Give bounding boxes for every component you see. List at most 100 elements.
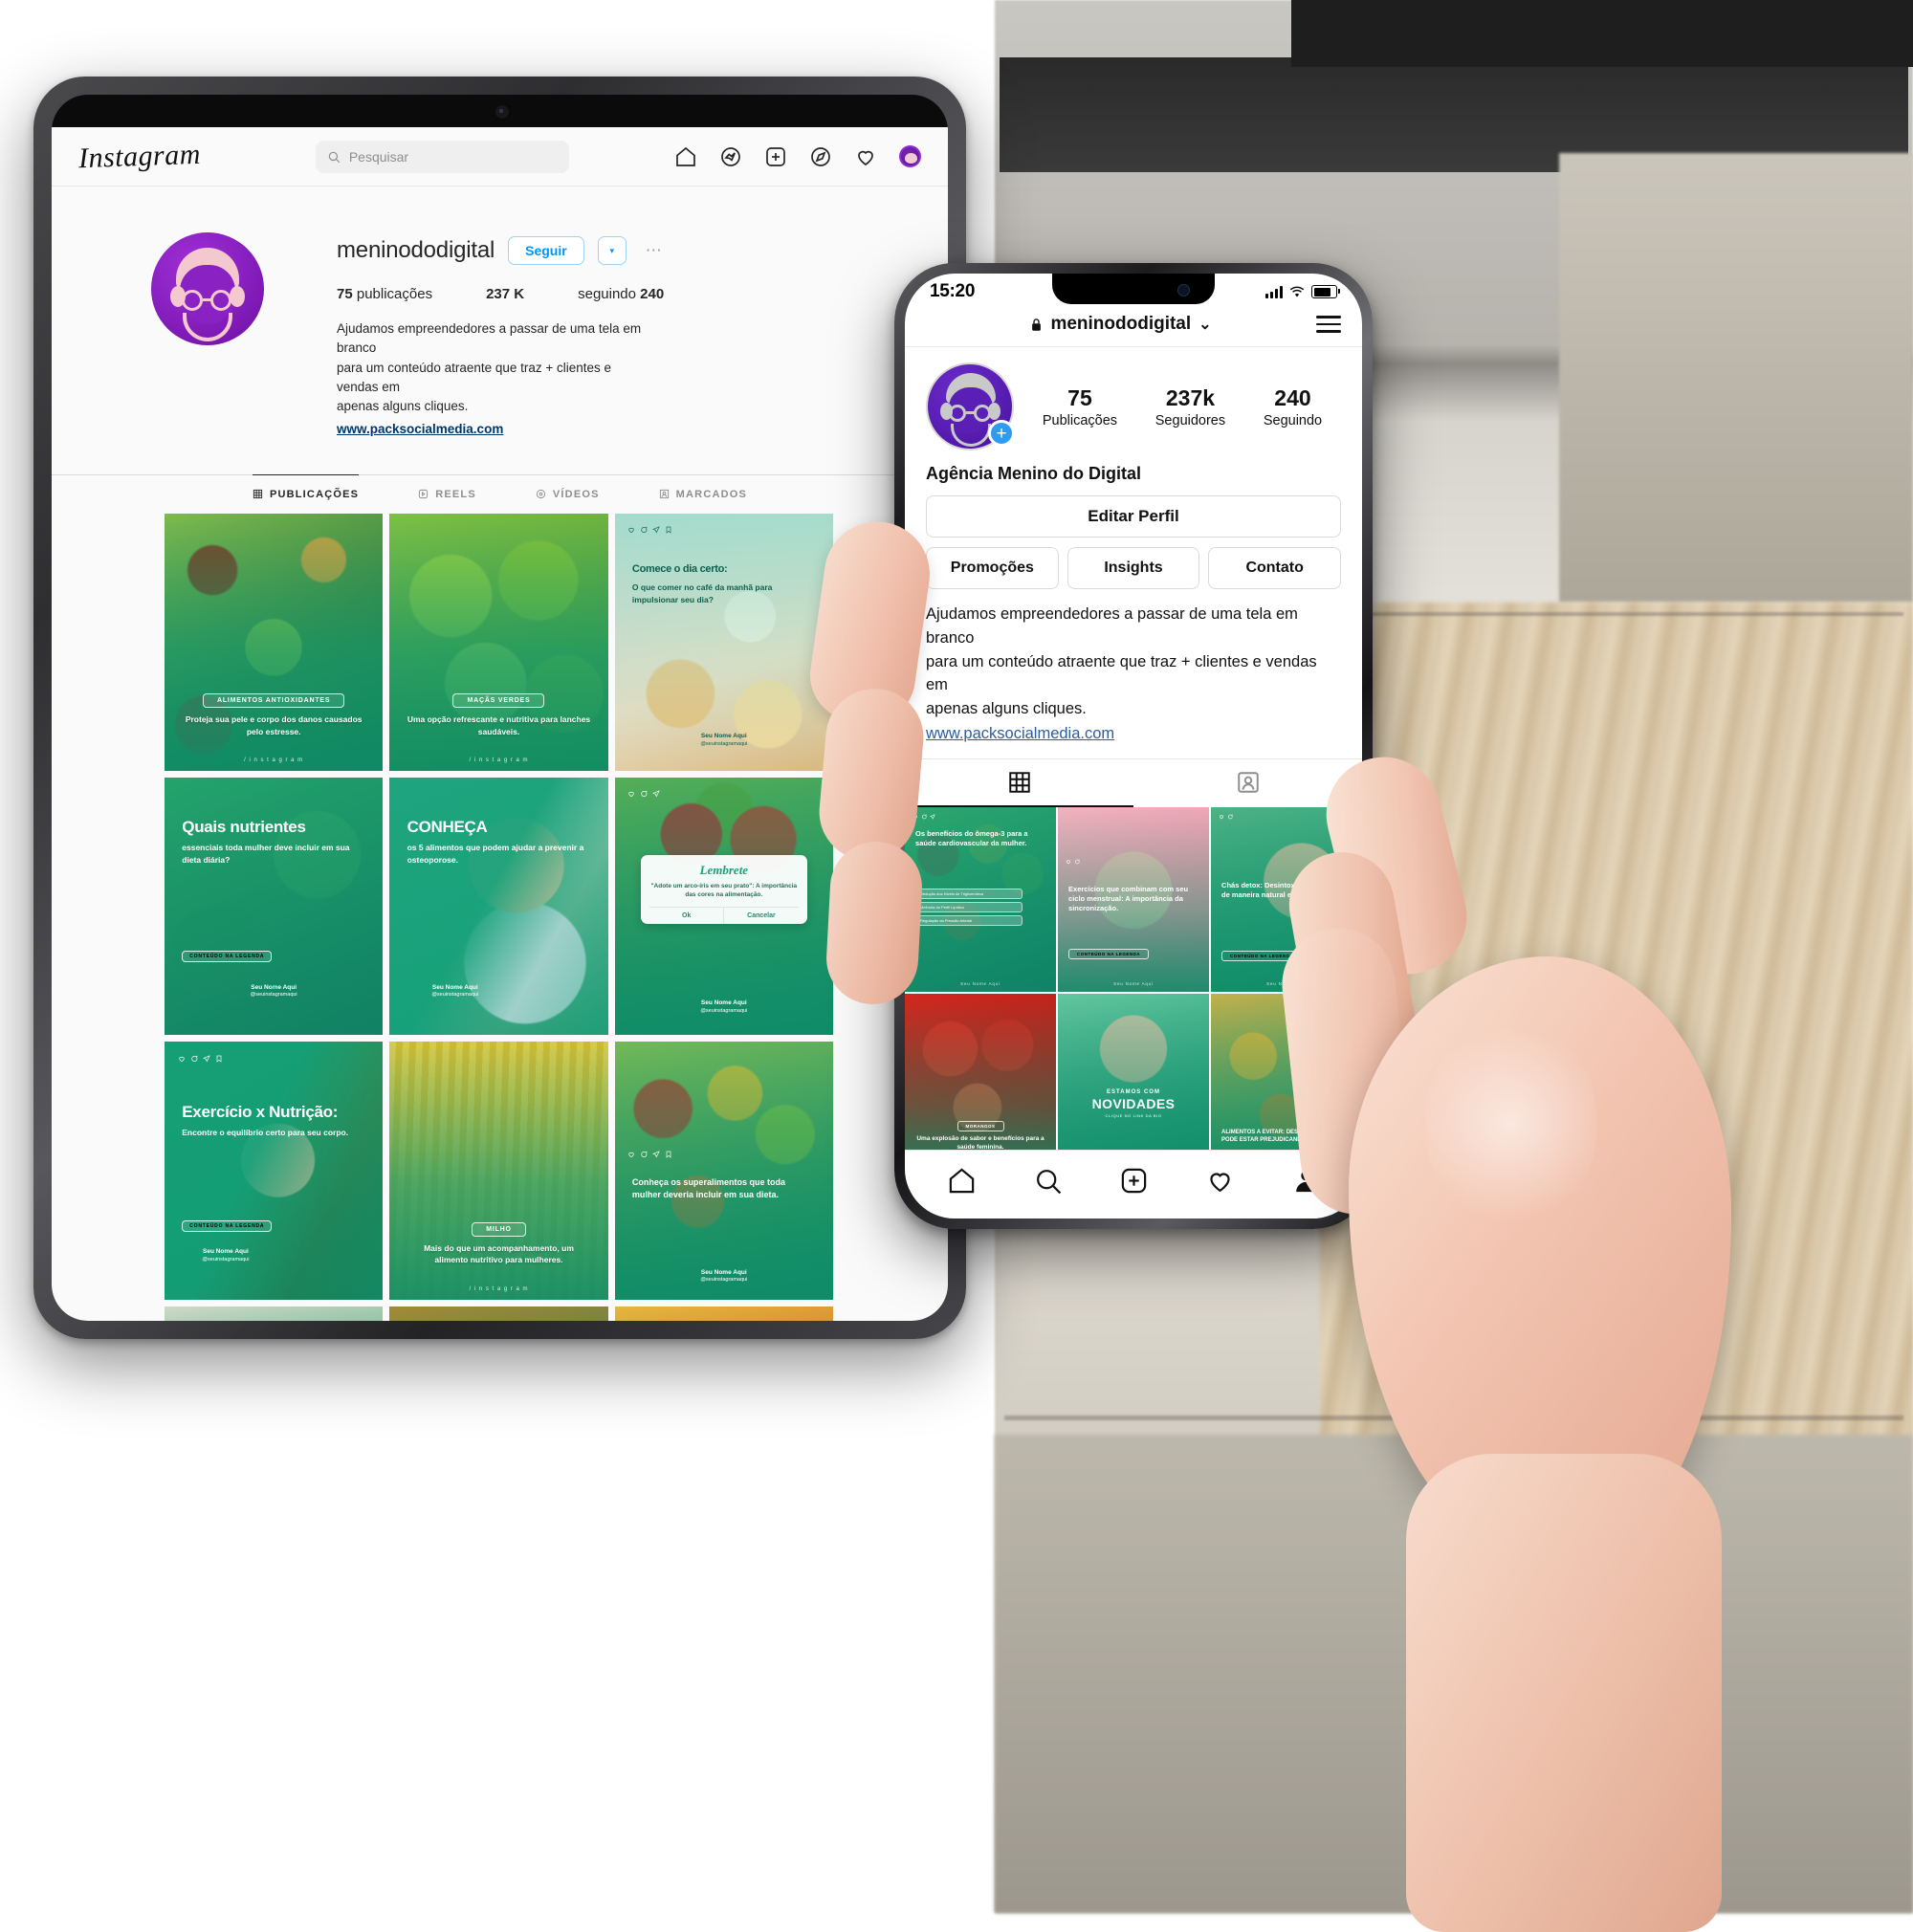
avatar[interactable]: +	[926, 362, 1015, 450]
comment-icon	[191, 1055, 198, 1062]
post-chip: Regulação da Pressão Arterial	[915, 914, 1023, 926]
hand-wrist	[1406, 1454, 1722, 1932]
post-tile[interactable]: Lembrete "Adote um arco-íris em seu prat…	[614, 777, 833, 1036]
instagram-logo[interactable]: Instagram	[77, 138, 201, 174]
home-icon[interactable]	[674, 145, 697, 168]
post-tile[interactable]: MAÇÃS VERDES Uma opção refrescante e nut…	[389, 513, 608, 771]
share-icon	[652, 1150, 661, 1158]
comment-icon	[1227, 814, 1233, 820]
follow-button[interactable]: Seguir	[508, 236, 584, 265]
post-tile[interactable]: MANGA Uma explosão de sabor e nutrientes…	[614, 1306, 833, 1321]
hand-highlight	[1425, 1014, 1597, 1234]
new-post-icon[interactable]	[764, 145, 787, 168]
stat-posts: 75 publicações	[337, 286, 433, 302]
tab-videos[interactable]: VÍDEOS	[536, 489, 600, 512]
heart-icon	[1066, 860, 1070, 865]
explore-icon[interactable]	[809, 145, 832, 168]
post-caption: Encontre o equilíbrio certo para seu cor…	[182, 1128, 349, 1138]
search-input[interactable]: Pesquisar	[315, 140, 569, 173]
insights-button[interactable]: Insights	[1066, 547, 1200, 589]
hand-finger-tablet-3	[824, 839, 925, 1007]
stat-following[interactable]: seguindo 240	[578, 286, 664, 302]
post-signature-handle: @seuinstagramaqui	[202, 1256, 250, 1262]
post-engagement-icons	[1219, 814, 1233, 820]
post-tile[interactable]: Comece o dia certo: O que comer no café …	[614, 513, 833, 771]
post-caption: Exercícios que combinam com seu ciclo me…	[1068, 884, 1189, 912]
post-card-text: "Adote um arco-íris em seu prato": A imp…	[650, 882, 798, 899]
comment-icon	[641, 791, 648, 798]
post-card-cancel-button[interactable]: Cancelar	[724, 908, 798, 924]
tab-label: VÍDEOS	[552, 488, 600, 500]
stat-posts[interactable]: 75 Publicações	[1043, 385, 1117, 428]
heart-icon[interactable]	[1205, 1166, 1235, 1196]
post-tile[interactable]: ALIMENTOS ANTIOXIDANTES Proteja sua pele…	[165, 513, 384, 771]
phone-username-menu[interactable]: meninododigital ⌄	[1030, 314, 1212, 335]
tablet-bezel: Instagram Pesquisar meninododigital Segu…	[52, 95, 948, 1321]
stat-followers[interactable]: 237 K	[486, 286, 524, 302]
post-chip: Melhoria do Perfil Lipídico	[915, 901, 1023, 912]
post-title: Quais nutrientes	[182, 818, 306, 837]
profile-tabs: PUBLICAÇÕES REELS VÍDEOS MARCADOS	[52, 473, 948, 512]
follow-options-button[interactable]: ▾	[597, 236, 627, 265]
post-tile[interactable]: Conheça os superalimentos que toda mulhe…	[614, 1042, 833, 1300]
post-engagement-icons	[627, 1150, 672, 1158]
tab-publicacoes[interactable]: PUBLICAÇÕES	[252, 473, 360, 512]
tab-marcados[interactable]: MARCADOS	[659, 489, 747, 512]
comment-icon	[921, 814, 927, 820]
contato-button[interactable]: Contato	[1208, 547, 1342, 589]
bookmark-icon	[666, 1151, 671, 1158]
add-post-icon[interactable]	[1119, 1166, 1149, 1196]
comment-icon	[641, 1151, 648, 1157]
tablet-screen: Instagram Pesquisar meninododigital Segu…	[52, 127, 948, 1321]
search-placeholder: Pesquisar	[348, 148, 409, 165]
post-caption: os 5 alimentos que podem ajudar a preven…	[407, 843, 584, 865]
stat-number: 75	[1067, 384, 1092, 410]
post-tile[interactable]: CONHEÇA os 5 alimentos que podem ajudar …	[389, 777, 608, 1036]
messenger-icon[interactable]	[719, 145, 742, 168]
tagged-person-icon	[1237, 772, 1259, 793]
post-signature-name: Seu Nome Aqui	[700, 733, 747, 740]
post-signature-handle: @seuinstagramaqui	[700, 1277, 748, 1284]
search-icon[interactable]	[1033, 1166, 1063, 1196]
post-tile[interactable]: Exercícios que combinam com seu ciclo me…	[1058, 806, 1209, 992]
profile-avatar-icon[interactable]	[899, 145, 921, 167]
post-tile[interactable]: MILHO Mais do que um acompanhamento, um …	[389, 1042, 608, 1300]
add-story-icon[interactable]: +	[988, 420, 1015, 447]
home-icon[interactable]	[947, 1166, 977, 1196]
promocoes-button[interactable]: Promoções	[926, 547, 1059, 589]
website-link[interactable]: www.packsocialmedia.com	[337, 420, 652, 439]
more-options-icon[interactable]: ⋯	[646, 241, 664, 260]
profile-stats: 75 publicações 237 K seguindo 240	[337, 286, 717, 302]
post-signature-name: Seu Nome Aqui	[203, 1248, 249, 1256]
post-engagement-icons	[627, 526, 672, 534]
edit-profile-button[interactable]: Editar Perfil	[926, 495, 1341, 538]
posts-grid: ALIMENTOS ANTIOXIDANTES Proteja sua pele…	[52, 513, 948, 1321]
post-card-ok-button[interactable]: Ok	[649, 907, 725, 924]
post-badge: ALIMENTOS ANTIOXIDANTES	[202, 693, 345, 709]
stat-followers[interactable]: 237k Seguidores	[1155, 385, 1225, 428]
search-icon	[328, 151, 341, 163]
post-tile[interactable]: UVAS Conheça os benefícios dessas pequen…	[389, 1306, 608, 1321]
avatar[interactable]	[151, 232, 264, 345]
post-signature-handle: @seuinstagramaqui	[431, 992, 479, 999]
heart-icon[interactable]	[854, 145, 877, 168]
hamburger-menu-icon[interactable]	[1316, 316, 1341, 333]
post-tile[interactable]: OVOS Uma fonte completa de proteína para…	[165, 1306, 384, 1321]
post-signature-handle: @seuinstagramaqui	[700, 740, 748, 747]
post-subtitle: CLIQUE NO LINK DA BIO	[1105, 1112, 1162, 1118]
bookmark-icon	[666, 526, 671, 534]
tab-reels[interactable]: REELS	[418, 489, 476, 512]
stat-label: Seguindo	[1263, 412, 1323, 428]
tab-grid[interactable]	[905, 759, 1133, 807]
post-tile[interactable]: Quais nutrientes essenciais toda mulher …	[165, 777, 384, 1036]
post-badge: CONTEÚDO NA LEGENDA	[1068, 948, 1150, 959]
share-icon	[202, 1055, 210, 1063]
stat-following[interactable]: 240 Seguindo	[1264, 385, 1322, 428]
stat-label: Publicações	[1042, 412, 1118, 428]
bio-line-3: apenas alguns cliques.	[926, 700, 1087, 717]
bio-line-1: Ajudamos empreendedores a passar de uma …	[926, 605, 1298, 647]
post-tile[interactable]: Os benefícios do ômega-3 para a saúde ca…	[905, 806, 1056, 992]
chevron-down-icon: ⌄	[1198, 317, 1212, 333]
post-tile[interactable]: Exercício x Nutrição: Encontre o equilíb…	[165, 1042, 384, 1300]
tab-label: REELS	[435, 488, 476, 500]
